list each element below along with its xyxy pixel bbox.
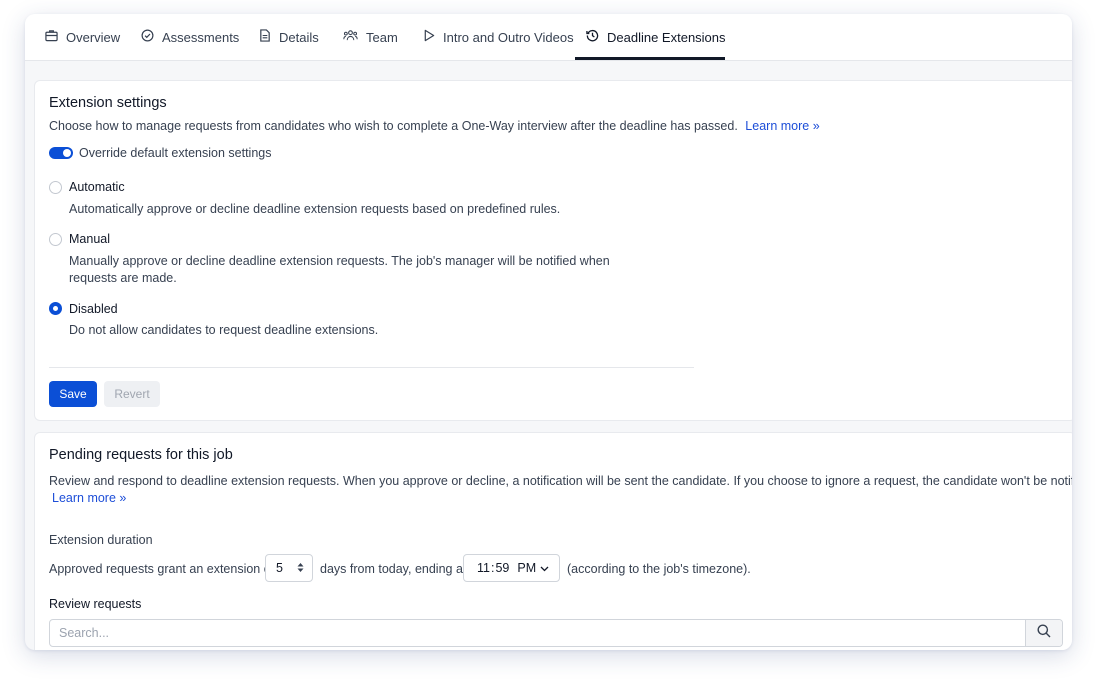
check-circle-icon [141, 29, 162, 45]
pending-requests-title: Pending requests for this job [49, 447, 233, 463]
app-frame: Overview Assessments Details Team Intro … [25, 14, 1072, 650]
tab-details[interactable]: Details [259, 14, 319, 60]
history-icon [586, 29, 607, 45]
tab-label: Intro and Outro Videos [443, 29, 574, 45]
search-input[interactable]: Search... [59, 620, 109, 646]
learn-more-link[interactable]: Learn more » [745, 119, 819, 133]
save-button[interactable]: Save [49, 381, 97, 407]
radio-automatic[interactable] [49, 181, 62, 194]
document-icon [259, 29, 279, 45]
approved-prefix-text: Approved requests grant an extension of [49, 562, 275, 576]
pending-learn-more-link[interactable]: Learn more » [52, 491, 126, 505]
option-manual-description-line2: requests are made. [69, 271, 177, 285]
pending-requests-card: Pending requests for this job Review and… [34, 432, 1072, 650]
tab-bar: Overview Assessments Details Team Intro … [25, 14, 1072, 61]
time-ampm[interactable]: PM [517, 561, 536, 575]
option-disabled-label: Disabled [69, 302, 118, 316]
tab-assessments[interactable]: Assessments [141, 14, 239, 60]
divider [49, 367, 694, 368]
play-icon [423, 29, 443, 45]
extension-duration-label: Extension duration [49, 533, 153, 547]
tab-label: Details [279, 29, 319, 45]
option-manual-label: Manual [69, 232, 110, 246]
description-text: Choose how to manage requests from candi… [49, 119, 738, 133]
timezone-note: (according to the job's timezone). [567, 562, 751, 576]
tab-deadline-extensions[interactable]: Deadline Extensions [586, 14, 726, 60]
option-automatic-label: Automatic [69, 180, 125, 194]
extension-settings-title: Extension settings [49, 95, 167, 111]
tab-label: Overview [66, 29, 121, 45]
extension-settings-card: Extension settings Choose how to manage … [34, 80, 1072, 421]
tab-label: Team [366, 29, 398, 45]
search-button[interactable] [1025, 620, 1062, 646]
time-separator: : [490, 561, 495, 575]
days-stepper[interactable]: 5 [265, 554, 313, 582]
review-requests-label: Review requests [49, 597, 142, 611]
option-automatic-description: Automatically approve or decline deadlin… [69, 202, 561, 216]
search-field[interactable]: Search... [49, 619, 1063, 647]
override-toggle[interactable] [49, 147, 73, 159]
chevron-down-icon [540, 561, 549, 575]
radio-manual[interactable] [49, 233, 62, 246]
team-icon [343, 29, 366, 45]
tab-team[interactable]: Team [343, 14, 398, 60]
days-suffix-text: days from today, ending at [320, 562, 467, 576]
time-hour[interactable]: 11 [477, 561, 490, 575]
override-label: Override default extension settings [79, 146, 272, 160]
radio-disabled[interactable] [49, 302, 62, 315]
tab-label: Deadline Extensions [607, 29, 726, 45]
option-manual-description-line1: Manually approve or decline deadline ext… [69, 254, 610, 268]
briefcase-icon [45, 29, 66, 45]
tab-overview[interactable]: Overview [45, 14, 120, 60]
extension-settings-description: Choose how to manage requests from candi… [49, 119, 820, 133]
active-tab-indicator [575, 57, 725, 60]
revert-button[interactable]: Revert [104, 381, 160, 407]
search-icon [1037, 624, 1051, 643]
option-disabled-description: Do not allow candidates to request deadl… [69, 323, 379, 337]
time-minute[interactable]: 59 [495, 561, 509, 575]
end-time-picker[interactable]: 11 : 59 PM [463, 554, 560, 582]
days-value: 5 [276, 561, 283, 575]
tab-label: Assessments [162, 29, 240, 45]
stepper-arrows-icon [297, 562, 304, 576]
pending-requests-description: Review and respond to deadline extension… [49, 474, 1072, 488]
tab-intro-outro-videos[interactable]: Intro and Outro Videos [423, 14, 574, 60]
